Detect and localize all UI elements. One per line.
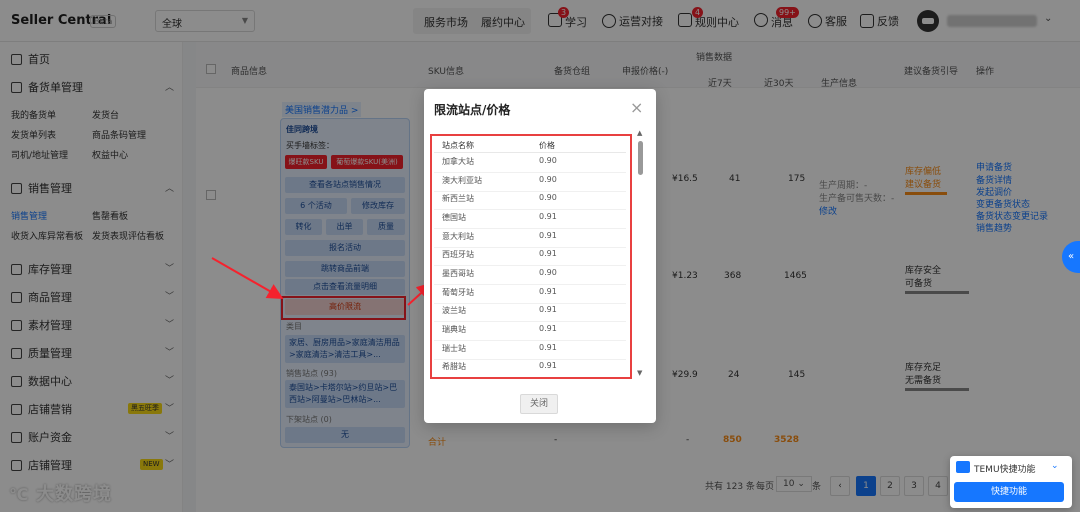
close-icon[interactable]: × <box>630 98 643 117</box>
site-name: 葡萄牙站 <box>442 288 474 297</box>
table-row: 新西兰站 0.90 <box>434 191 626 210</box>
modal-title: 限流站点/价格 <box>434 103 511 117</box>
close-button[interactable]: 关闭 <box>520 394 558 414</box>
col-site-header: 站点名称 <box>442 141 474 150</box>
scroll-thumb[interactable] <box>638 141 643 175</box>
temu-logo-icon <box>956 461 970 473</box>
modal-scrollbar[interactable]: ▲ ▼ <box>636 129 644 379</box>
site-name: 澳大利亚站 <box>442 176 482 185</box>
site-name: 西班牙站 <box>442 250 474 259</box>
site-name: 希腊站 <box>442 362 466 371</box>
site-name: 瑞士站 <box>442 344 466 353</box>
table-row: 加拿大站 0.90 <box>434 154 626 173</box>
col-price-header: 价格 <box>539 141 555 150</box>
site-price: 0.90 <box>539 156 557 165</box>
site-name: 墨西哥站 <box>442 269 474 278</box>
table-row: 瑞典站 0.91 <box>434 322 626 341</box>
site-price: 0.91 <box>539 212 557 221</box>
site-name: 瑞典站 <box>442 325 466 334</box>
table-row: 波兰站 0.91 <box>434 303 626 322</box>
double-chevron-left-icon: « <box>1067 251 1075 262</box>
table-row: 德国站 0.91 <box>434 210 626 229</box>
site-name: 德国站 <box>442 213 466 222</box>
site-price: 0.91 <box>539 305 557 314</box>
quick-functions-button[interactable]: 快捷功能 <box>954 482 1064 502</box>
site-price: 0.90 <box>539 193 557 202</box>
site-price: 0.91 <box>539 249 557 258</box>
price-limit-modal: 限流站点/价格 × 站点名称 价格 加拿大站 0.90 澳大利亚站 0.90 新西兰… <box>424 89 656 423</box>
site-price: 0.90 <box>539 175 557 184</box>
site-name: 波兰站 <box>442 306 466 315</box>
site-price: 0.91 <box>539 287 557 296</box>
table-row: 澳大利亚站 0.90 <box>434 173 626 192</box>
site-name: 意大利站 <box>442 232 474 241</box>
scroll-down-icon[interactable]: ▼ <box>637 369 642 377</box>
site-price: 0.91 <box>539 324 557 333</box>
table-row: 意大利站 0.91 <box>434 229 626 248</box>
temu-quick-panel: TEMU快捷功能 ⌄ 快捷功能 <box>950 456 1072 508</box>
site-price: 0.91 <box>539 343 557 352</box>
table-row: 墨西哥站 0.90 <box>434 266 626 285</box>
scroll-up-icon[interactable]: ▲ <box>637 129 642 137</box>
table-row: 西班牙站 0.91 <box>434 247 626 266</box>
site-price: 0.90 <box>539 268 557 277</box>
table-row: 希腊站 0.91 <box>434 359 626 377</box>
table-row: 葡萄牙站 0.91 <box>434 285 626 304</box>
temu-panel-title: TEMU快捷功能 <box>974 465 1036 475</box>
collapse-icon[interactable]: ⌄ <box>1051 461 1059 471</box>
site-name: 加拿大站 <box>442 157 474 166</box>
table-row: 瑞士站 0.91 <box>434 341 626 360</box>
site-price: 0.91 <box>539 361 557 370</box>
site-price: 0.91 <box>539 231 557 240</box>
site-name: 新西兰站 <box>442 194 474 203</box>
sites-price-table: 站点名称 价格 加拿大站 0.90 澳大利亚站 0.90 新西兰站 0.90 德国站 0… <box>430 134 632 379</box>
table-header-row: 站点名称 价格 <box>434 138 626 153</box>
